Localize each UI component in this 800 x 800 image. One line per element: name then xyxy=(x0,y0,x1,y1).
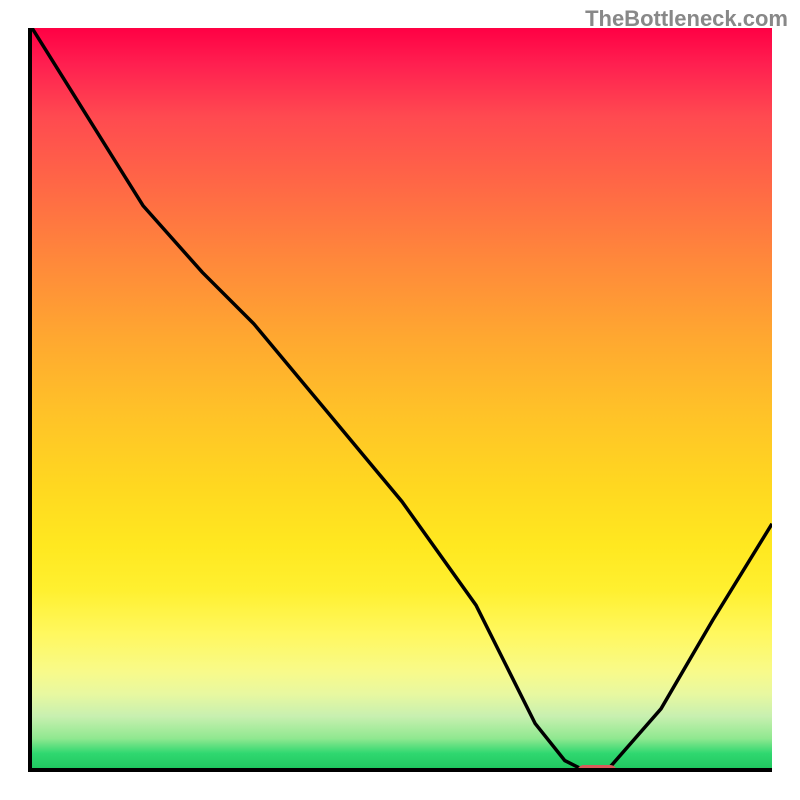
chart-container xyxy=(28,28,772,772)
plot-area xyxy=(32,28,772,768)
optimal-marker xyxy=(577,765,617,768)
watermark-text: TheBottleneck.com xyxy=(585,6,788,32)
bottleneck-curve xyxy=(32,28,772,768)
